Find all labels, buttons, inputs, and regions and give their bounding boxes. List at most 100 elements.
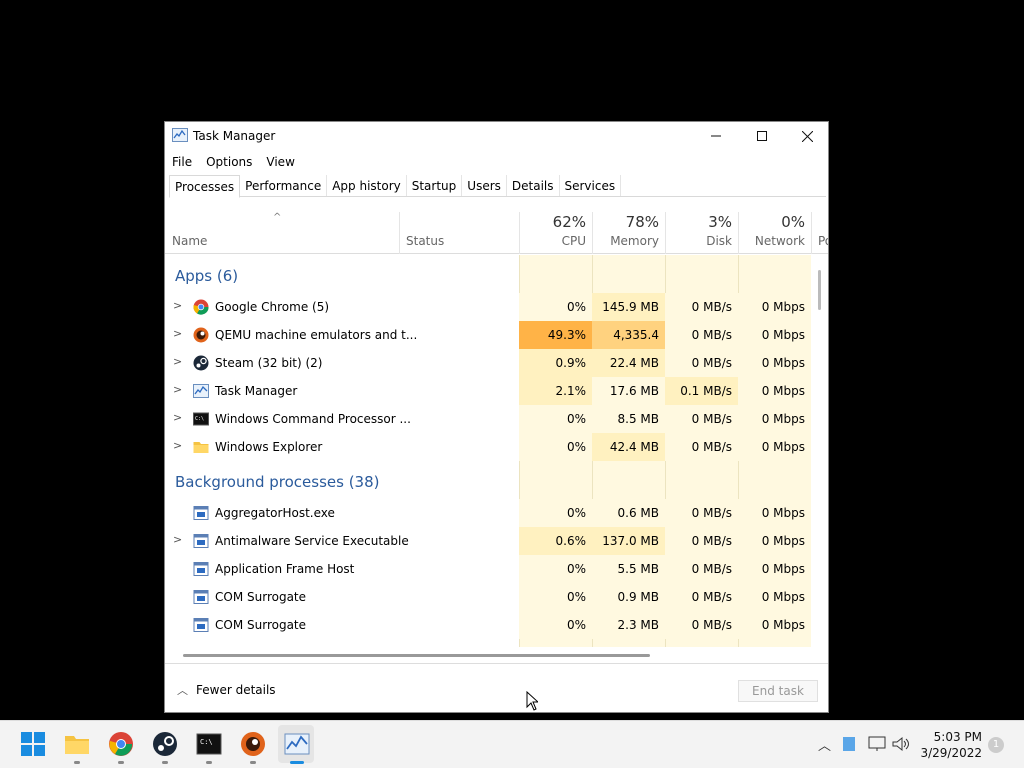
process-cpu-cell: 0% [519, 611, 592, 639]
mouse-cursor-icon [526, 691, 538, 711]
process-name: AggregatorHost.exe [215, 506, 335, 520]
tab-app-history[interactable]: App history [327, 175, 407, 196]
col-disk-label: Disk [706, 234, 732, 248]
tab-startup[interactable]: Startup [407, 175, 463, 196]
tab-users[interactable]: Users [462, 175, 507, 196]
process-name: Steam (32 bit) (2) [215, 356, 323, 370]
chevron-right-icon[interactable]: > [173, 411, 182, 424]
chevron-right-icon[interactable]: > [173, 355, 182, 368]
cmd-icon: C:\ [193, 412, 209, 426]
steam-running-indicator [162, 761, 168, 764]
process-net-cell: 0 Mbps [738, 349, 811, 377]
col-network-label: Network [754, 234, 805, 248]
menu-view[interactable]: View [259, 152, 301, 172]
title-bar[interactable]: Task Manager [165, 122, 828, 150]
col-network[interactable]: 0% Network [738, 212, 811, 254]
chevron-up-icon: ︿ [177, 684, 188, 697]
process-row[interactable]: > Google Chrome (5) 0% 145.9 MB 0 MB/s 0 Mbps [165, 293, 811, 321]
process-mem-cell: 0.6 MB [592, 499, 665, 527]
col-power[interactable]: Po [811, 212, 828, 254]
col-status[interactable]: Status [399, 212, 519, 254]
process-row[interactable]: > QEMU machine emulators and t... 49.3% 4,3… [165, 321, 811, 370]
steam-icon[interactable] [152, 731, 178, 757]
chevron-right-icon[interactable]: > [173, 439, 182, 452]
tab-performance[interactable]: Performance [240, 175, 328, 196]
explorer-running-indicator [74, 761, 80, 764]
qemu-icon [193, 327, 209, 343]
cpu-total: 62% [552, 213, 586, 231]
minimize-icon [711, 135, 721, 137]
menu-options[interactable]: Options [199, 152, 259, 172]
process-mem-cell: 0.9 MB [592, 583, 665, 611]
process-row[interactable]: AggregatorHost.exe 0% 0.6 MB 0 MB/s 0 Mbps [165, 499, 811, 527]
service-icon [193, 590, 209, 604]
process-row[interactable]: > Windows Explorer 0% 42.4 MB 0 MB/s 0 Mbps [165, 433, 811, 461]
process-row[interactable]: Application Frame Host 0% 5.5 MB 0 MB/s 0 Mb… [165, 555, 811, 583]
folder-icon [193, 442, 209, 453]
horizontal-scrollbar[interactable] [183, 654, 650, 657]
vertical-scrollbar[interactable] [818, 270, 821, 310]
cmd-icon[interactable]: C:\ [196, 731, 222, 757]
notification-badge[interactable]: 1 [988, 737, 1004, 753]
chevron-right-icon[interactable]: > [173, 533, 182, 546]
process-net-cell: 0 Mbps [738, 611, 811, 639]
process-row[interactable]: > Steam (32 bit) (2) 0.9% 22.4 MB 0 MB/s 0 Mb… [165, 349, 811, 377]
close-button[interactable] [784, 122, 828, 150]
process-cpu-cell: 0.6% [519, 527, 592, 555]
group-background: Background processes (38) [175, 473, 380, 491]
memory-total: 78% [625, 213, 659, 231]
taskmgr-active-indicator [290, 761, 304, 764]
process-row[interactable]: > Task Manager 2.1% 17.6 MB 0.1 MB/s 0 Mbps [165, 377, 811, 405]
fewer-details-button[interactable]: ︿ Fewer details [177, 682, 276, 698]
end-task-button[interactable]: End task [738, 680, 818, 702]
chevron-right-icon[interactable]: > [173, 299, 182, 312]
clock[interactable]: 5:03 PM 3/29/2022 [918, 729, 982, 761]
process-name: QEMU machine emulators and t... [215, 328, 418, 342]
process-disk-cell: 0 MB/s [665, 293, 738, 321]
process-row[interactable]: > Antimalware Service Executable 0.6% 137.0… [165, 527, 811, 555]
col-name[interactable]: Name [165, 212, 399, 254]
process-row[interactable]: > C:\ Windows Command Processor ... 0% 8.5 M… [165, 405, 811, 433]
qemu-running-indicator [250, 761, 256, 764]
tab-services[interactable]: Services [560, 175, 622, 196]
network-total: 0% [781, 213, 805, 231]
tab-details[interactable]: Details [507, 175, 560, 196]
service-icon [193, 562, 209, 576]
task-manager-taskbar-icon[interactable] [284, 731, 310, 757]
process-cpu-cell: 0% [519, 293, 592, 321]
flag-icon[interactable] [843, 737, 855, 751]
task-manager-window: Task Manager File Options View Processes… [164, 121, 829, 713]
process-row[interactable]: COM Surrogate 0% 0.9 MB 0 MB/s 0 Mbps [165, 583, 811, 611]
process-disk-cell: 0 MB/s [665, 583, 738, 611]
process-row[interactable]: COM Surrogate 0% 2.3 MB 0 MB/s 0 Mbps [165, 611, 811, 639]
process-cpu-cell: 0.9% [519, 349, 592, 377]
windows-start-icon[interactable] [20, 731, 46, 757]
tab-processes[interactable]: Processes [169, 175, 241, 198]
process-mem-cell: 5.5 MB [592, 555, 665, 583]
col-disk[interactable]: 3% Disk [665, 212, 738, 254]
volume-icon[interactable] [892, 736, 910, 752]
process-disk-cell: 0 MB/s [665, 499, 738, 527]
chevron-right-icon[interactable]: > [173, 383, 182, 396]
process-mem-cell: 2.3 MB [592, 611, 665, 639]
qemu-icon[interactable] [240, 731, 266, 757]
process-net-cell: 0 Mbps [738, 583, 811, 611]
chevron-right-icon[interactable]: > [173, 327, 182, 340]
file-explorer-icon[interactable] [64, 731, 90, 757]
menu-bar: File Options View [165, 152, 302, 172]
network-icon[interactable] [868, 736, 886, 752]
footer: ︿ Fewer details End task [165, 663, 828, 712]
service-icon [193, 618, 209, 632]
process-name: Google Chrome (5) [215, 300, 330, 314]
col-memory[interactable]: 78% Memory [592, 212, 665, 254]
chevron-up-tray-icon[interactable]: ︿ [818, 735, 831, 754]
process-name: Windows Explorer [215, 440, 323, 454]
chrome-icon[interactable] [108, 731, 134, 757]
window-title: Task Manager [193, 129, 276, 143]
col-cpu[interactable]: 62% CPU [519, 212, 592, 254]
menu-file[interactable]: File [165, 152, 199, 172]
maximize-button[interactable] [739, 122, 785, 150]
group-apps: Apps (6) [175, 267, 239, 285]
minimize-button[interactable] [693, 122, 739, 150]
process-net-cell: 0 Mbps [738, 433, 811, 461]
